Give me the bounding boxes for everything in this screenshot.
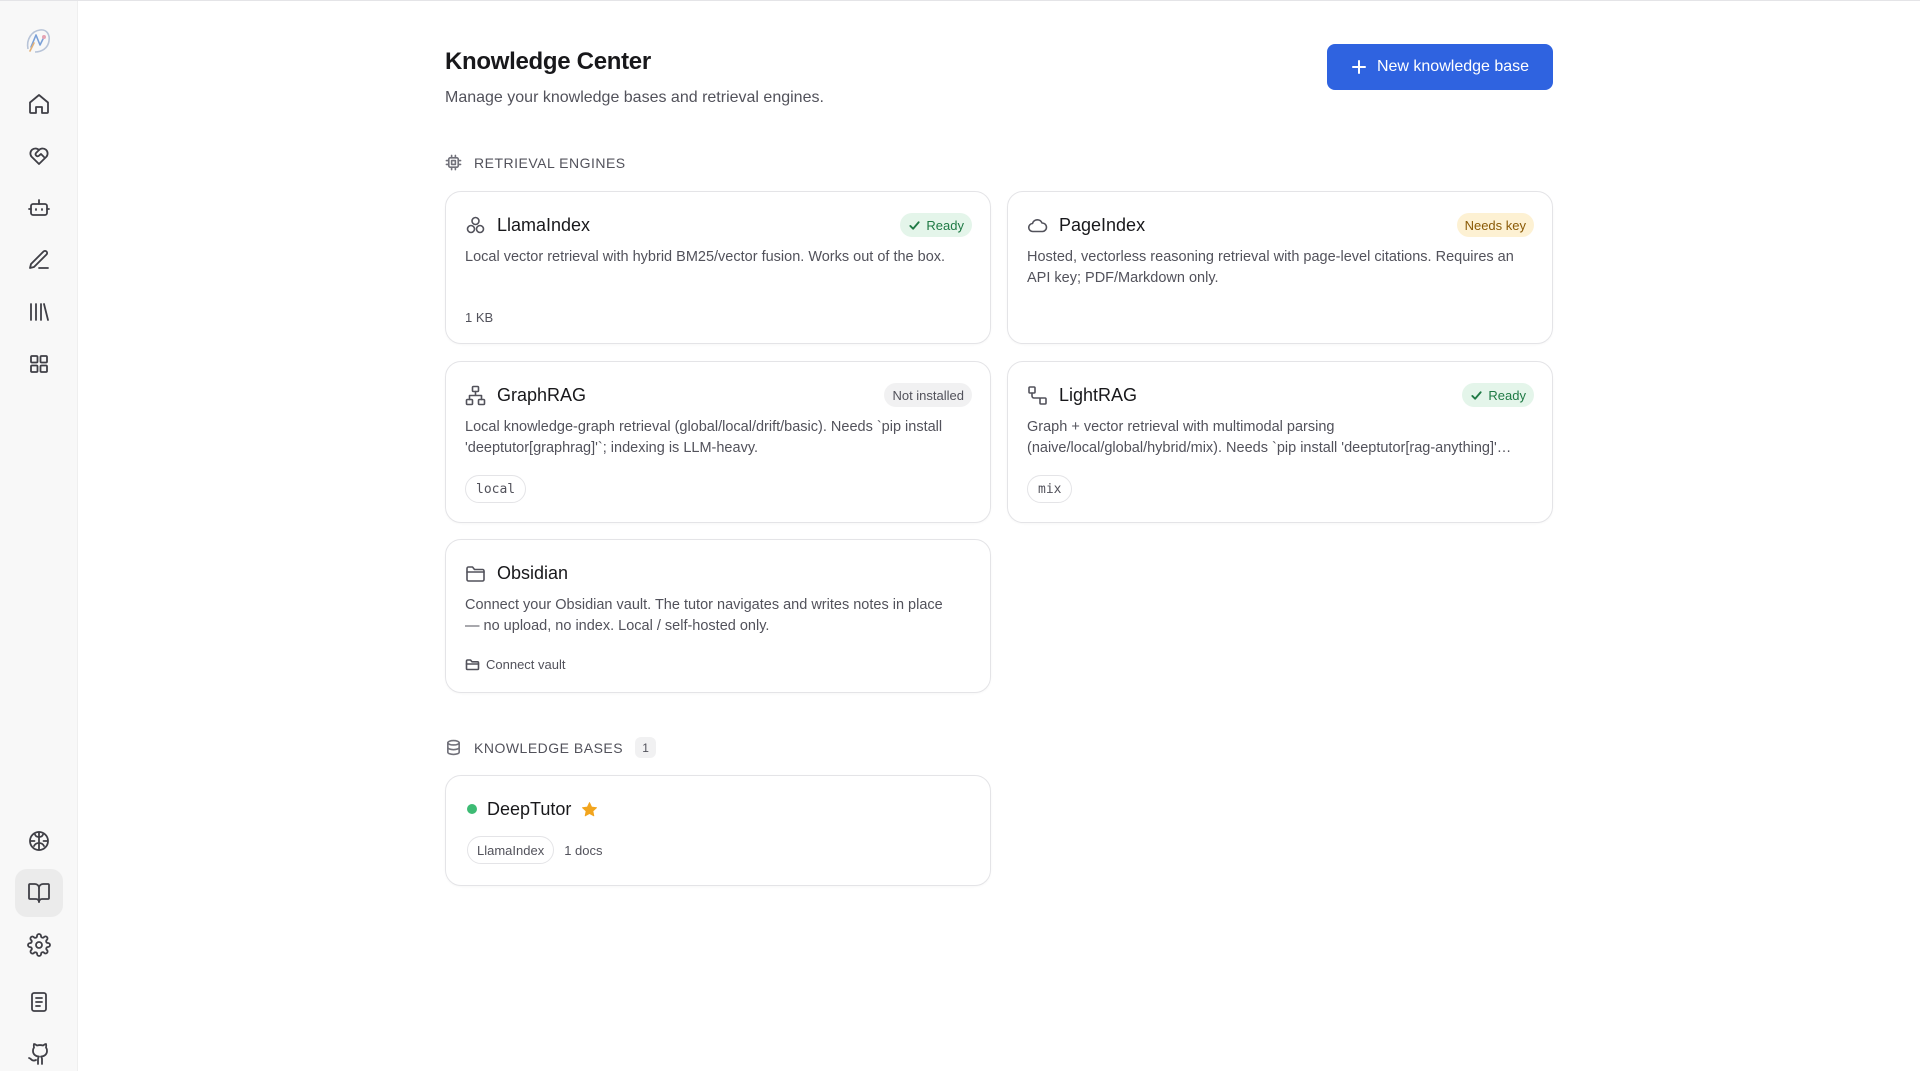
sidebar-item-community[interactable] [15,132,63,180]
sidebar-item-memory[interactable] [15,817,63,865]
kb-count-badge: 1 [635,737,657,758]
engine-card-lightrag[interactable]: LightRAG Ready Graph + vector retrieval … [1007,361,1553,523]
library-icon [30,303,49,321]
engine-card-obsidian[interactable]: Obsidian Connect your Obsidian vault. Th… [445,539,991,693]
engine-name: GraphRAG [497,384,587,405]
retrieval-engines-header: RETRIEVAL ENGINES [445,154,626,171]
knowledge-bases-heading: KNOWLEDGE BASES [474,739,624,756]
sidebar-item-knowledge[interactable] [15,869,63,917]
folder-open-icon [465,659,480,671]
kb-docs-count: 1 docs [564,842,603,858]
nodes-icon [465,215,486,236]
engine-description: Hosted, vectorless reasoning retrieval w… [1027,249,1514,286]
engine-name: LightRAG [1059,384,1138,405]
status-badge: Ready [1462,383,1534,407]
default-mode-chip[interactable]: mix [1027,475,1073,503]
apps-grid-icon [30,355,48,373]
plus-icon [1351,60,1366,74]
sidebar-item-library[interactable] [15,288,63,336]
kb-status-dot [467,804,477,814]
check-icon [1471,390,1483,400]
heart-handshake-icon [29,147,49,165]
brain-icon [29,831,49,851]
status-badge: Needs key [1456,213,1534,237]
knowledge-bases-header: KNOWLEDGE BASES 1 [445,737,657,758]
route-icon [1027,385,1048,406]
folder-icon [465,563,486,584]
kb-name: DeepTutor [487,798,572,819]
new-knowledge-base-label: New knowledge base [1376,58,1530,75]
gear-icon [27,933,51,957]
bot-icon [28,199,50,216]
app-logo-icon[interactable] [22,25,54,57]
sidebar-item-apps[interactable] [15,340,63,388]
status-badge: Ready [900,213,972,237]
engine-card-llamaindex[interactable]: LlamaIndex Ready Local vector retrieval … [445,191,991,344]
cloud-icon [1027,215,1048,236]
engine-description: Local vector retrieval with hybrid BM25/… [465,249,946,265]
engine-description: Local knowledge-graph retrieval (global/… [465,419,943,456]
connect-vault-link[interactable]: Connect vault [465,657,566,672]
network-icon [465,385,486,406]
database-icon [447,739,460,756]
home-icon [29,94,49,114]
cpu-icon [445,154,462,171]
retrieval-engines-heading: RETRIEVAL ENGINES [474,154,626,171]
engine-description: Connect your Obsidian vault. The tutor n… [465,597,943,634]
sidebar-item-agents[interactable] [15,184,63,232]
engine-name: Obsidian [497,562,569,583]
sidebar-item-github[interactable] [15,1030,63,1071]
star-icon[interactable] [581,801,598,818]
github-icon [28,1043,48,1065]
engine-description: Graph + vector retrieval with multimodal… [1027,419,1516,456]
engine-name: PageIndex [1059,214,1146,235]
sidebar-item-settings[interactable] [15,921,63,969]
sidebar [0,1,78,1071]
kb-engine-chip: LlamaIndex [467,836,555,864]
page-subtitle: Manage your knowledge bases and retrieva… [445,89,824,106]
engine-card-graphrag[interactable]: GraphRAG Not installed Local knowledge-g… [445,361,991,523]
pen-icon [29,250,49,269]
default-mode-chip[interactable]: local [465,475,527,503]
engine-kb-count: 1 KB [465,310,494,325]
engine-name: LlamaIndex [497,214,591,235]
connect-vault-label: Connect vault [486,657,566,672]
sidebar-item-notebook[interactable] [15,978,63,1026]
status-badge: Not installed [884,383,972,407]
page-title: Knowledge Center [445,48,651,75]
kb-card-deeptutor[interactable]: DeepTutor LlamaIndex 1 docs [445,775,991,886]
sidebar-item-write[interactable] [15,236,63,284]
sidebar-item-home[interactable] [15,80,63,128]
book-open-icon [28,883,50,903]
new-knowledge-base-button[interactable]: New knowledge base [1327,44,1553,90]
engine-card-pageindex[interactable]: PageIndex Needs key Hosted, vectorless r… [1007,191,1553,344]
notebook-icon [31,992,47,1012]
check-icon [909,220,921,230]
